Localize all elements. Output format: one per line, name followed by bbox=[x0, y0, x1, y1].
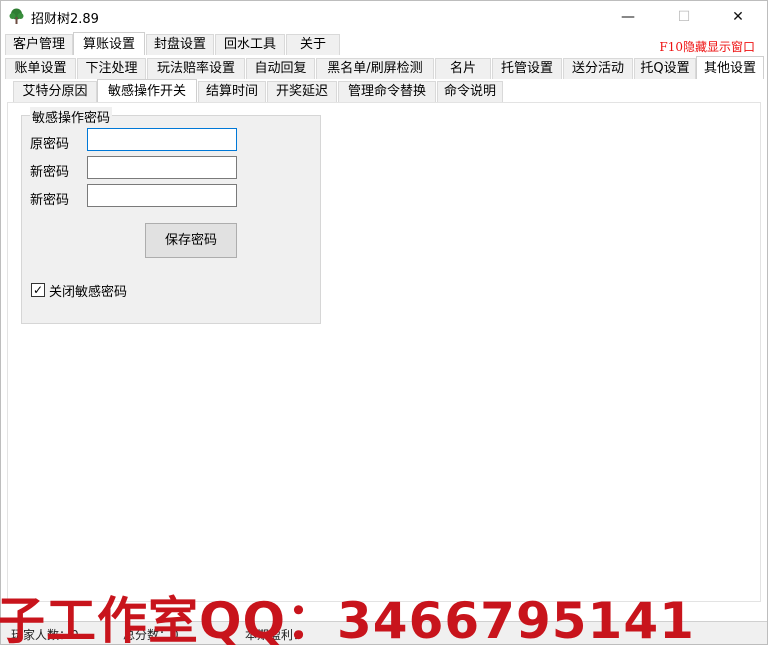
new-password-input[interactable] bbox=[87, 156, 237, 179]
tree-icon bbox=[8, 8, 25, 25]
watermark-overlay: 子工作室QQ：3466795141 bbox=[0, 592, 695, 645]
maximize-button[interactable]: ☐ bbox=[661, 1, 707, 33]
tab-about[interactable]: 关于 bbox=[286, 34, 340, 55]
group-title: 敏感操作密码 bbox=[30, 107, 113, 126]
tab-sensitive-ops[interactable]: 敏感操作开关 bbox=[97, 79, 197, 102]
sensitive-password-group: 敏感操作密码 原密码 新密码 新密码 保存密码 ✓ 关闭敏感密码 bbox=[21, 107, 321, 324]
tab-bill-settings[interactable]: 账单设置 bbox=[5, 58, 76, 79]
old-password-input[interactable] bbox=[87, 128, 237, 151]
app-window: 招财树2.89 — ☐ ✕ 客户管理 算账设置 封盘设置 回水工具 关于 F10… bbox=[0, 0, 768, 645]
save-password-button[interactable]: 保存密码 bbox=[145, 223, 237, 258]
tab-close-settings[interactable]: 封盘设置 bbox=[146, 34, 214, 55]
tab-bet-processing[interactable]: 下注处理 bbox=[77, 58, 146, 79]
tab-odds-settings[interactable]: 玩法赔率设置 bbox=[147, 58, 245, 79]
tab-draw-delay[interactable]: 开奖延迟 bbox=[267, 81, 337, 102]
tab-content-panel: 敏感操作密码 原密码 新密码 新密码 保存密码 ✓ 关闭敏感密码 bbox=[7, 102, 761, 602]
tab-admin-command-replace[interactable]: 管理命令替换 bbox=[338, 81, 436, 102]
title-bar: 招财树2.89 — ☐ ✕ bbox=[1, 1, 767, 33]
confirm-password-label: 新密码 bbox=[30, 193, 70, 208]
old-password-label: 原密码 bbox=[30, 137, 70, 152]
close-button[interactable]: ✕ bbox=[715, 1, 761, 33]
tab-hosting-settings[interactable]: 托管设置 bbox=[492, 58, 562, 79]
tab-settle-time[interactable]: 结算时间 bbox=[198, 81, 266, 102]
settings-tab-bar: 艾特分原因 敏感操作开关 结算时间 开奖延迟 管理命令替换 命令说明 bbox=[1, 79, 767, 103]
tab-bot-q-settings[interactable]: 托Q设置 bbox=[634, 58, 696, 79]
tab-bonus-activity[interactable]: 送分活动 bbox=[563, 58, 633, 79]
sub-tab-bar: 账单设置 下注处理 玩法赔率设置 自动回复 黑名单/刷屏检测 名片 托管设置 送… bbox=[1, 56, 767, 80]
disable-sensitive-password-label[interactable]: 关闭敏感密码 bbox=[49, 281, 127, 300]
checkmark-icon: ✓ bbox=[32, 283, 44, 297]
main-tab-bar: 客户管理 算账设置 封盘设置 回水工具 关于 bbox=[1, 32, 767, 56]
disable-sensitive-password-checkbox[interactable]: ✓ bbox=[31, 283, 45, 297]
f10-hint: F10隐藏显示窗口 bbox=[659, 40, 755, 54]
tab-accounting-settings[interactable]: 算账设置 bbox=[73, 32, 145, 55]
tab-command-help[interactable]: 命令说明 bbox=[437, 81, 503, 102]
tab-blacklist-spam[interactable]: 黑名单/刷屏检测 bbox=[316, 58, 434, 79]
minimize-button[interactable]: — bbox=[605, 1, 651, 33]
new-password-label: 新密码 bbox=[30, 165, 70, 180]
tab-rebate-tools[interactable]: 回水工具 bbox=[215, 34, 285, 55]
tab-auto-reply[interactable]: 自动回复 bbox=[246, 58, 315, 79]
tab-mention-reason[interactable]: 艾特分原因 bbox=[13, 81, 97, 102]
tab-business-card[interactable]: 名片 bbox=[435, 58, 491, 79]
tab-customer-management[interactable]: 客户管理 bbox=[5, 34, 73, 55]
confirm-password-input[interactable] bbox=[87, 184, 237, 207]
window-title: 招财树2.89 bbox=[31, 12, 99, 27]
tab-other-settings[interactable]: 其他设置 bbox=[696, 56, 764, 79]
